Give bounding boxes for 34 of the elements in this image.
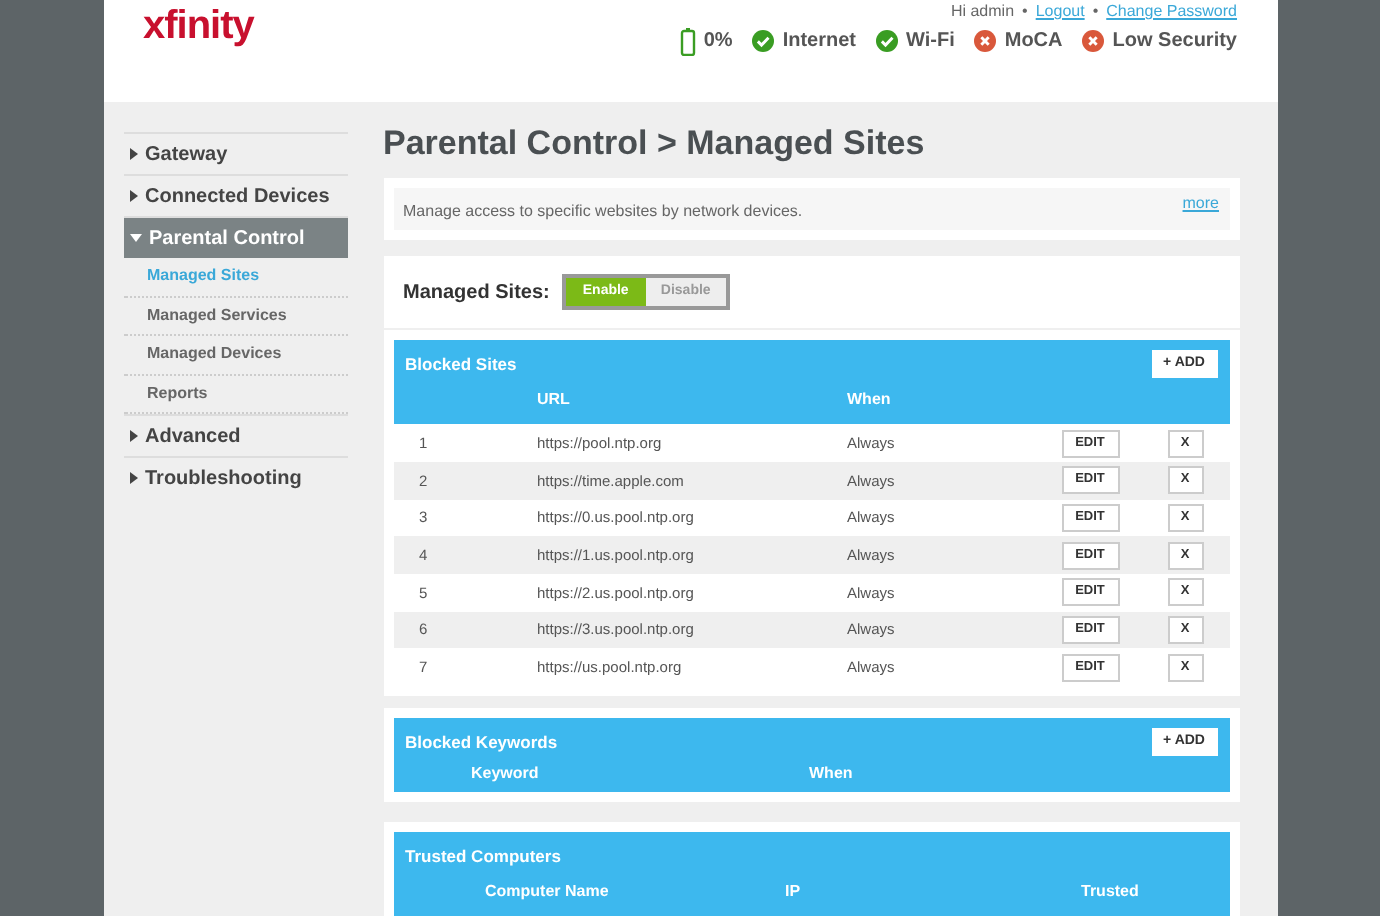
column-header: When <box>847 388 891 413</box>
status-label: MoCA <box>1004 28 1063 56</box>
sidebar-subitem[interactable]: Managed Services <box>123 297 347 337</box>
column-header: Keyword <box>471 761 541 785</box>
greeting-text: Hi admin <box>950 2 1015 22</box>
caret-right-icon <box>129 148 137 161</box>
bullet-separator: • <box>1092 2 1099 22</box>
status-label: Low Security <box>1112 28 1237 56</box>
xfinity-logo: xfinity <box>143 2 254 52</box>
page-title: Parental Control > Managed Sites <box>383 122 927 167</box>
caret-right-icon <box>129 472 137 485</box>
sidebar-item[interactable]: Troubleshooting <box>123 456 347 499</box>
status-label: Wi-Fi <box>906 28 955 56</box>
section-title: Trusted Computers <box>405 843 561 869</box>
status-label: Internet <box>782 28 856 56</box>
bullet-separator: • <box>1022 2 1028 22</box>
description-text: Manage access to specific websites by network devices. <box>403 200 803 225</box>
sidebar-subitem[interactable]: Reports <box>123 375 347 415</box>
caret-right-icon <box>129 430 137 443</box>
sidebar-item[interactable]: Gateway <box>123 132 347 175</box>
column-header: IP <box>785 880 803 904</box>
sidebar-item[interactable]: Parental Control <box>123 216 347 259</box>
status-label: 0% <box>703 28 733 56</box>
caret-down-icon <box>129 234 141 243</box>
sidebar-subitem[interactable]: Managed Devices <box>123 336 347 376</box>
managed-sites-label: Managed Sites: <box>403 279 550 308</box>
caret-right-icon <box>129 190 137 203</box>
column-header: Computer Name <box>485 880 611 904</box>
section-title: Blocked Sites <box>405 351 517 378</box>
section-title: Blocked Keywords <box>405 729 558 755</box>
column-header: Trusted <box>1081 880 1139 904</box>
column-header: URL <box>537 388 572 413</box>
column-header: When <box>809 761 853 785</box>
sidebar-item[interactable]: Advanced <box>123 414 347 457</box>
